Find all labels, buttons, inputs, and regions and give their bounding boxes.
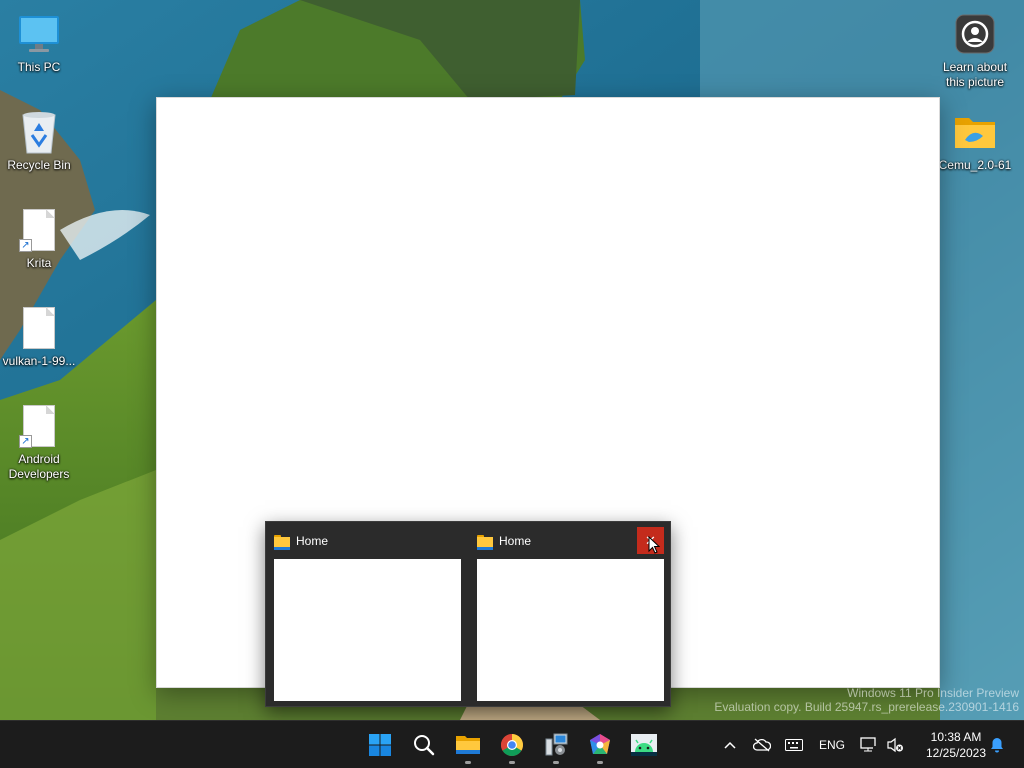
thumbnail-preview-image[interactable] <box>477 559 664 701</box>
watermark-line-edition: Windows 11 Pro Insider Preview <box>847 686 1019 700</box>
network-icon <box>860 737 878 752</box>
thumbnail-preview-image[interactable] <box>274 559 461 701</box>
recycle-bin-icon <box>17 108 61 156</box>
language-label: ENG <box>818 738 845 752</box>
windows-watermark: Windows 11 Pro Insider Preview Evaluatio… <box>714 686 1019 714</box>
search-icon <box>414 735 435 756</box>
shortcut-file-icon: ↗ <box>17 402 61 450</box>
thumbnail-title: Home <box>499 534 532 548</box>
running-indicator <box>597 761 603 764</box>
desktop-icon-krita[interactable]: ↗ Krita <box>0 206 78 271</box>
shortcut-arrow-icon: ↗ <box>19 239 32 252</box>
language-indicator[interactable]: ENG <box>814 721 850 768</box>
windows-logo-icon <box>369 734 391 756</box>
camera-icon <box>953 10 997 58</box>
folder-icon <box>456 736 480 754</box>
computer-settings-icon <box>545 733 568 756</box>
network-status-button[interactable] <box>858 721 880 768</box>
show-hidden-icons-button[interactable] <box>718 721 742 768</box>
chevron-up-icon <box>724 741 736 749</box>
start-button[interactable] <box>360 725 400 765</box>
desktop-icon-label: Learn about this picture <box>942 60 1008 89</box>
mouse-cursor-icon <box>648 536 660 554</box>
desktop-icon-recycle-bin[interactable]: Recycle Bin <box>0 108 78 173</box>
bell-icon <box>991 738 1003 753</box>
thumbnail-window-2[interactable]: Home ✕ <box>469 522 671 708</box>
running-indicator <box>509 761 515 764</box>
taskbar-chrome[interactable] <box>492 725 532 765</box>
desktop-icon-label: Krita <box>26 256 52 270</box>
touch-keyboard-button[interactable] <box>782 721 806 768</box>
desktop-icon-label: vulkan-1-99... <box>2 354 76 368</box>
taskbar: ENG 10:38 AM 12/25/2023 <box>0 720 1024 768</box>
volume-muted-icon <box>887 737 903 753</box>
shortcut-arrow-icon: ↗ <box>19 435 32 448</box>
android-icon <box>631 734 657 756</box>
desktop-icon-label: This PC <box>17 60 61 74</box>
taskbar-hexagon-app[interactable] <box>580 725 620 765</box>
desktop-icon-cemu[interactable]: Cemu_2.0-61 <box>936 108 1014 173</box>
folder-icon <box>477 535 493 550</box>
file-icon <box>17 304 61 352</box>
clock-button[interactable]: 10:38 AM 12/25/2023 <box>917 729 995 761</box>
cloud-offline-icon <box>753 738 771 752</box>
notifications-button[interactable] <box>986 721 1008 768</box>
keyboard-icon <box>785 739 803 751</box>
running-indicator <box>465 761 471 764</box>
desktop-icon-learn-about-picture[interactable]: Learn about this picture <box>936 10 1014 90</box>
clock-time: 10:38 AM <box>930 730 982 744</box>
chrome-icon <box>501 734 523 756</box>
watermark-line-build: Evaluation copy. Build 25947.rs_prerelea… <box>714 700 1019 714</box>
desktop-icon-vulkan[interactable]: vulkan-1-99... <box>0 304 78 369</box>
folder-icon <box>274 535 290 550</box>
search-button[interactable] <box>404 725 444 765</box>
taskbar-thumbnail-flyout: Home Home ✕ <box>265 521 671 707</box>
running-indicator <box>553 761 559 764</box>
desktop-icon-android-developers[interactable]: ↗ Android Developers <box>0 402 78 482</box>
hexagon-app-icon <box>590 734 610 754</box>
clock-date: 12/25/2023 <box>925 746 987 760</box>
thumbnail-title: Home <box>296 534 329 548</box>
this-pc-icon <box>17 10 61 58</box>
shortcut-file-icon: ↗ <box>17 206 61 254</box>
desktop-icon-label: Cemu_2.0-61 <box>938 158 1012 172</box>
taskbar-android-studio[interactable] <box>624 725 664 765</box>
folder-icon <box>953 108 997 156</box>
onedrive-status-button[interactable] <box>750 721 774 768</box>
desktop-icon-label: Recycle Bin <box>7 158 71 172</box>
taskbar-system-app[interactable] <box>536 725 576 765</box>
desktop-icon-this-pc[interactable]: This PC <box>0 10 78 75</box>
taskbar-file-explorer[interactable] <box>448 725 488 765</box>
desktop-icon-label: Android Developers <box>8 452 70 481</box>
thumbnail-window-1[interactable]: Home <box>266 522 468 708</box>
volume-status-button[interactable] <box>884 721 906 768</box>
